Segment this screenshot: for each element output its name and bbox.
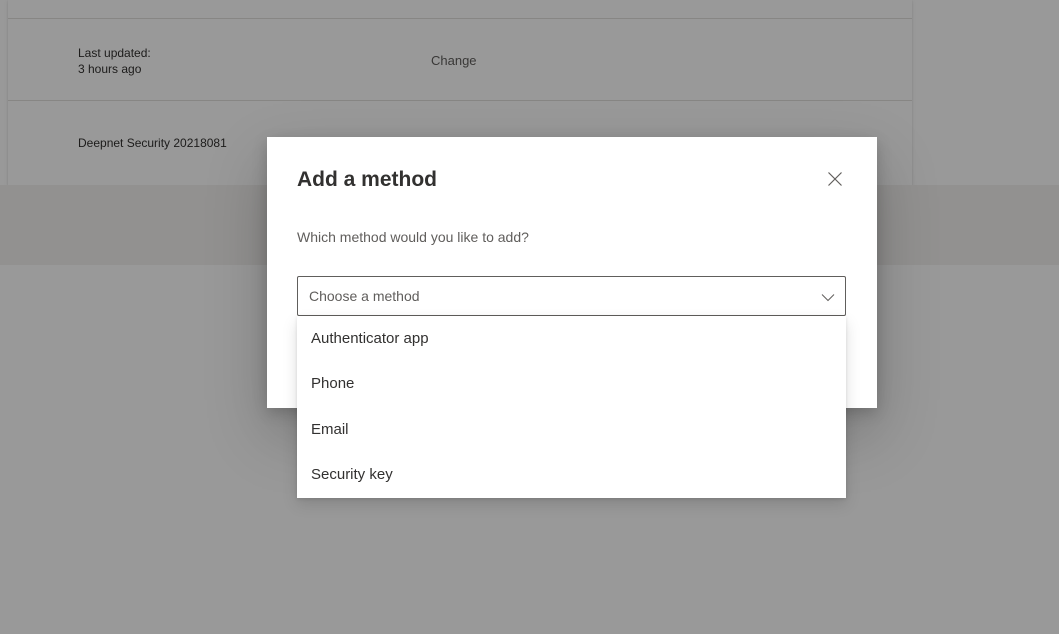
method-select-placeholder: Choose a method [309, 288, 420, 304]
method-dropdown-list: Authenticator app Phone Email Security k… [297, 316, 846, 498]
dialog-question: Which method would you like to add? [297, 229, 529, 245]
chevron-down-icon [821, 294, 835, 302]
dialog-title: Add a method [297, 168, 437, 191]
close-button[interactable] [819, 163, 851, 195]
option-authenticator-app[interactable]: Authenticator app [297, 316, 846, 362]
method-select[interactable]: Choose a method [297, 276, 846, 316]
option-phone[interactable]: Phone [297, 361, 846, 407]
close-icon [828, 172, 842, 186]
option-security-key[interactable]: Security key [297, 452, 846, 498]
option-email[interactable]: Email [297, 407, 846, 453]
